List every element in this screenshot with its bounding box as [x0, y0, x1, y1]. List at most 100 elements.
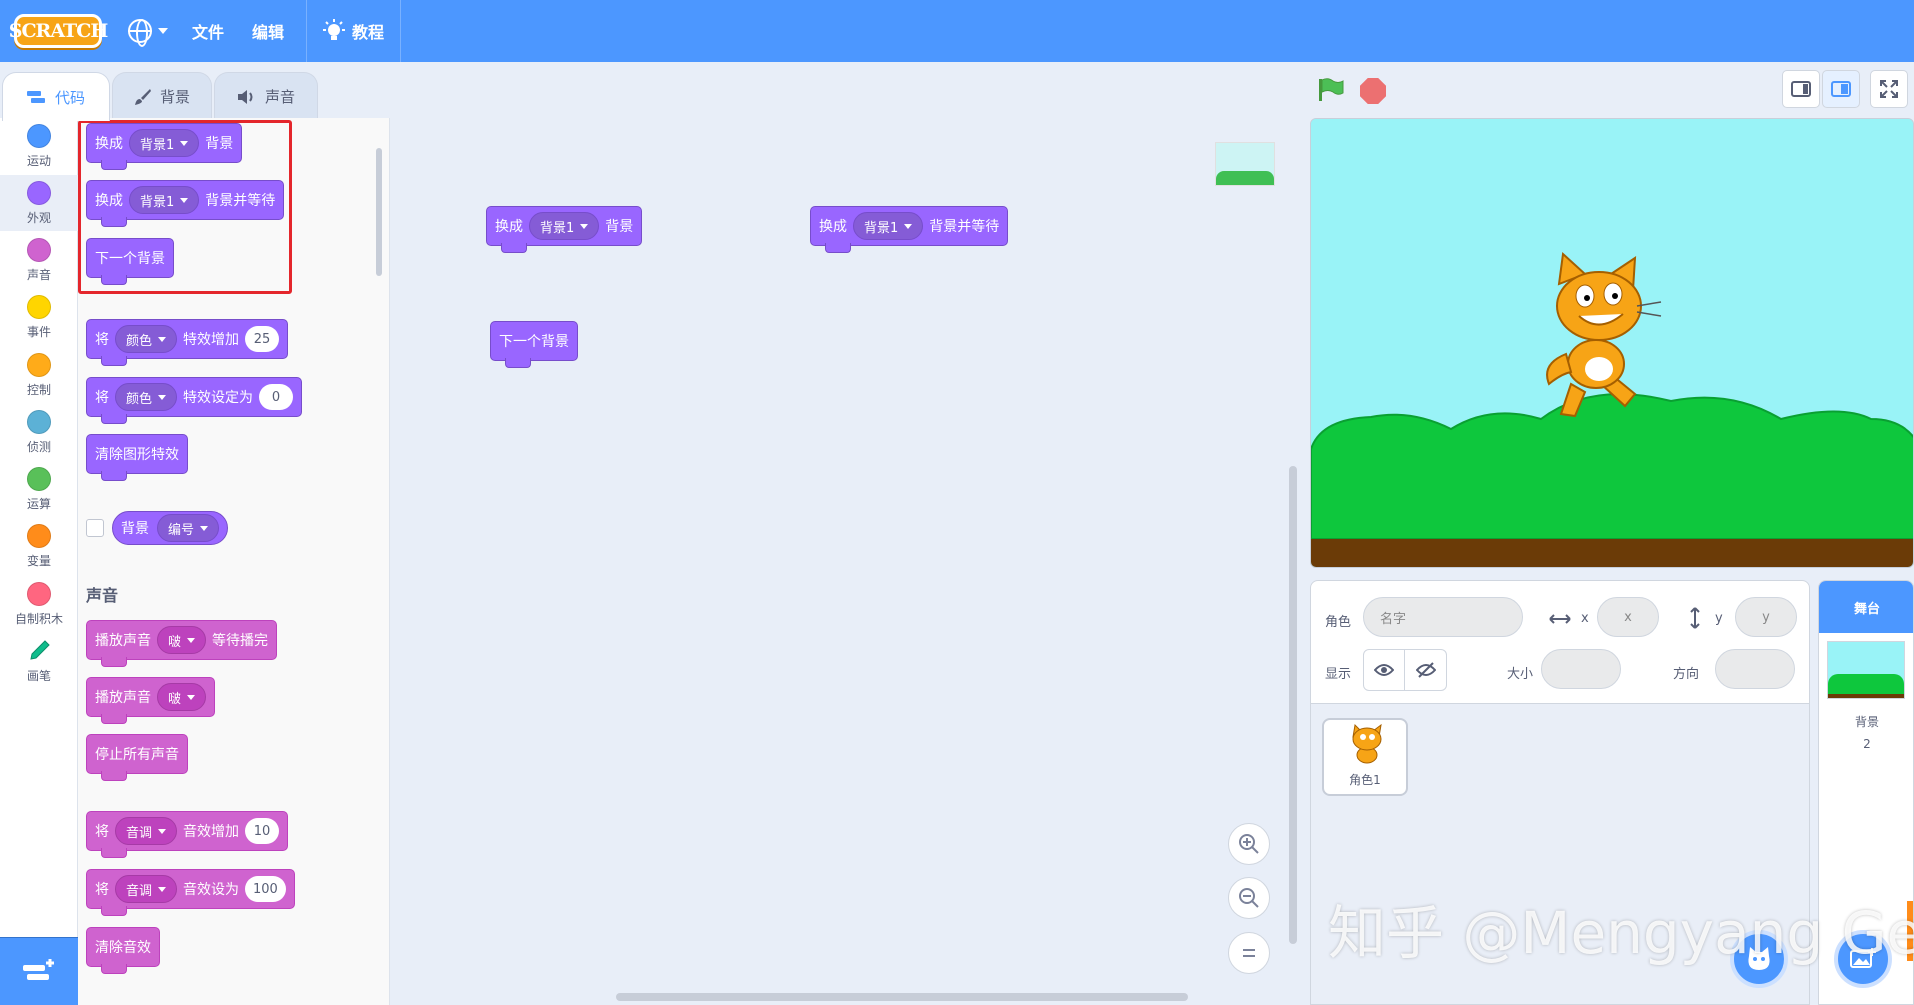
- x-input[interactable]: x: [1597, 597, 1659, 637]
- category-label: 运算: [26, 496, 51, 511]
- language-menu[interactable]: [128, 14, 168, 48]
- fullscreen-icon: [1880, 80, 1898, 98]
- stage-backdrop-thumbnail: [1827, 641, 1905, 699]
- sound-effect-dropdown[interactable]: 音调: [115, 875, 178, 903]
- tutorials-menu[interactable]: 教程: [322, 14, 384, 48]
- block-palette: 换成 背景1 背景 换成 背景1 背景并等待 下一个背景 将 颜色 特效增加 2…: [78, 118, 390, 1005]
- sprite-name-input[interactable]: 名字: [1363, 597, 1523, 637]
- sprite-tile[interactable]: 角色1: [1322, 718, 1408, 796]
- backdrop-property-dropdown[interactable]: 编号: [157, 514, 220, 542]
- block-play-sound-until-done[interactable]: 播放声音 啵 等待播完: [86, 620, 278, 667]
- speaker-icon: [237, 89, 253, 104]
- stage-canvas[interactable]: [1310, 118, 1914, 568]
- editor-tabs: 代码 背景 声音: [0, 62, 330, 121]
- sprite-info-panel: 角色 名字 x x y y 显示 大小 方向: [1310, 580, 1810, 704]
- size-input[interactable]: [1541, 649, 1621, 689]
- category-label: 自制积木: [14, 611, 63, 626]
- show-sprite-button[interactable]: [1363, 649, 1405, 691]
- tab-backdrops[interactable]: 背景: [112, 72, 212, 120]
- tab-code[interactable]: 代码: [2, 72, 110, 121]
- small-stage-button[interactable]: [1782, 70, 1820, 108]
- workspace-block-switch-backdrop-wait[interactable]: 换成 背景1 背景并等待: [810, 206, 1009, 253]
- category-control[interactable]: 控制: [0, 347, 78, 403]
- block-clear-sound-effects[interactable]: 清除音效: [86, 927, 160, 974]
- caret-down-icon: [158, 28, 168, 34]
- category-label: 侦测: [26, 439, 51, 454]
- code-icon: [26, 91, 45, 103]
- category-sound[interactable]: 声音: [0, 232, 78, 288]
- tab-sounds[interactable]: 声音: [214, 72, 318, 120]
- effect-dropdown[interactable]: 颜色: [115, 325, 178, 353]
- effect-dropdown[interactable]: 颜色: [115, 383, 178, 411]
- green-flag-icon[interactable]: [1318, 78, 1344, 102]
- number-input[interactable]: 25: [245, 326, 280, 352]
- scratch-logo[interactable]: SCRATCH: [9, 14, 108, 48]
- block-stop-all-sounds[interactable]: 停止所有声音: [86, 734, 188, 781]
- vertical-arrows-icon: [1690, 607, 1700, 629]
- fullscreen-button[interactable]: [1870, 70, 1908, 108]
- block-text: 换成: [819, 219, 847, 235]
- category-motion[interactable]: 运动: [0, 118, 78, 174]
- large-stage-button[interactable]: [1822, 70, 1860, 108]
- block-change-effect[interactable]: 将 颜色 特效增加 25: [86, 319, 289, 366]
- zoom-in-icon: [1239, 834, 1259, 854]
- dropdown-arrow-icon: [187, 694, 196, 700]
- backdrops-count: 2: [1863, 737, 1871, 751]
- category-variables[interactable]: 变量: [0, 518, 78, 574]
- zoom-reset-button[interactable]: [1228, 932, 1270, 974]
- dropdown-arrow-icon: [580, 223, 589, 229]
- edit-menu[interactable]: 编辑: [252, 14, 284, 48]
- zoom-out-button[interactable]: [1228, 877, 1270, 919]
- block-change-sound-effect[interactable]: 将 音调 音效增加 10: [86, 811, 289, 858]
- block-text: 换成: [495, 219, 523, 235]
- block-text: 下一个背景: [499, 334, 569, 350]
- globe-icon: [128, 19, 152, 47]
- block-backdrop-number-reporter[interactable]: 背景 编号: [112, 511, 229, 545]
- block-start-sound[interactable]: 播放声音 啵: [86, 677, 216, 724]
- block-clear-graphic-effects[interactable]: 清除图形特效: [86, 434, 188, 481]
- number-input[interactable]: 100: [245, 876, 286, 902]
- backdrop-dropdown[interactable]: 背景1: [853, 212, 924, 240]
- dropdown-value: 编号: [168, 522, 195, 538]
- stop-icon[interactable]: [1360, 78, 1386, 104]
- backdrop-dropdown[interactable]: 背景1: [529, 212, 600, 240]
- category-sensing[interactable]: 侦测: [0, 404, 78, 460]
- workspace-block-switch-backdrop[interactable]: 换成 背景1 背景: [486, 206, 643, 253]
- category-operators[interactable]: 运算: [0, 461, 78, 517]
- dropdown-arrow-icon: [158, 394, 167, 400]
- hide-sprite-button[interactable]: [1405, 649, 1447, 691]
- category-looks[interactable]: 外观: [0, 175, 78, 231]
- number-input[interactable]: 0: [259, 384, 294, 410]
- number-input[interactable]: 10: [245, 818, 280, 844]
- dropdown-arrow-icon: [158, 828, 167, 834]
- block-text: 将: [95, 390, 109, 406]
- category-my-blocks[interactable]: 自制积木: [0, 576, 78, 632]
- block-set-sound-effect[interactable]: 将 音调 音效设为 100: [86, 869, 295, 916]
- stage-scene: [1311, 119, 1913, 567]
- palette-scrollbar[interactable]: [376, 148, 382, 276]
- block-set-effect[interactable]: 将 颜色 特效设定为 0: [86, 377, 303, 424]
- zoom-in-button[interactable]: [1228, 823, 1270, 865]
- category-events[interactable]: 事件: [0, 289, 78, 345]
- workspace-block-next-backdrop[interactable]: 下一个背景: [490, 321, 578, 368]
- paintbrush-icon: [134, 88, 151, 105]
- y-input[interactable]: y: [1735, 597, 1797, 637]
- category-menu: 运动 外观 声音 事件 控制 侦测 运算 变量 自制积木 画笔: [0, 118, 78, 1005]
- workspace-vertical-scrollbar[interactable]: [1289, 466, 1297, 944]
- add-extension-button[interactable]: [0, 937, 78, 1005]
- motion-dot-icon: [27, 123, 51, 148]
- dropdown-value: 音调: [126, 825, 153, 841]
- workspace-horizontal-scrollbar[interactable]: [616, 993, 1188, 1001]
- direction-input[interactable]: [1715, 649, 1795, 689]
- sprite-tile-label: 角色1: [1349, 773, 1381, 787]
- backdrop-reporter-checkbox[interactable]: [86, 519, 104, 537]
- sound-dropdown[interactable]: 啵: [157, 683, 207, 711]
- stage-thumbnail: [1215, 142, 1275, 186]
- dropdown-value: 背景1: [540, 220, 575, 236]
- operators-dot-icon: [27, 466, 51, 491]
- file-menu[interactable]: 文件: [192, 14, 224, 48]
- sound-dropdown[interactable]: 啵: [157, 626, 207, 654]
- category-pen[interactable]: 画笔: [0, 633, 78, 689]
- sound-effect-dropdown[interactable]: 音调: [115, 817, 178, 845]
- block-text: 音效设为: [183, 882, 240, 898]
